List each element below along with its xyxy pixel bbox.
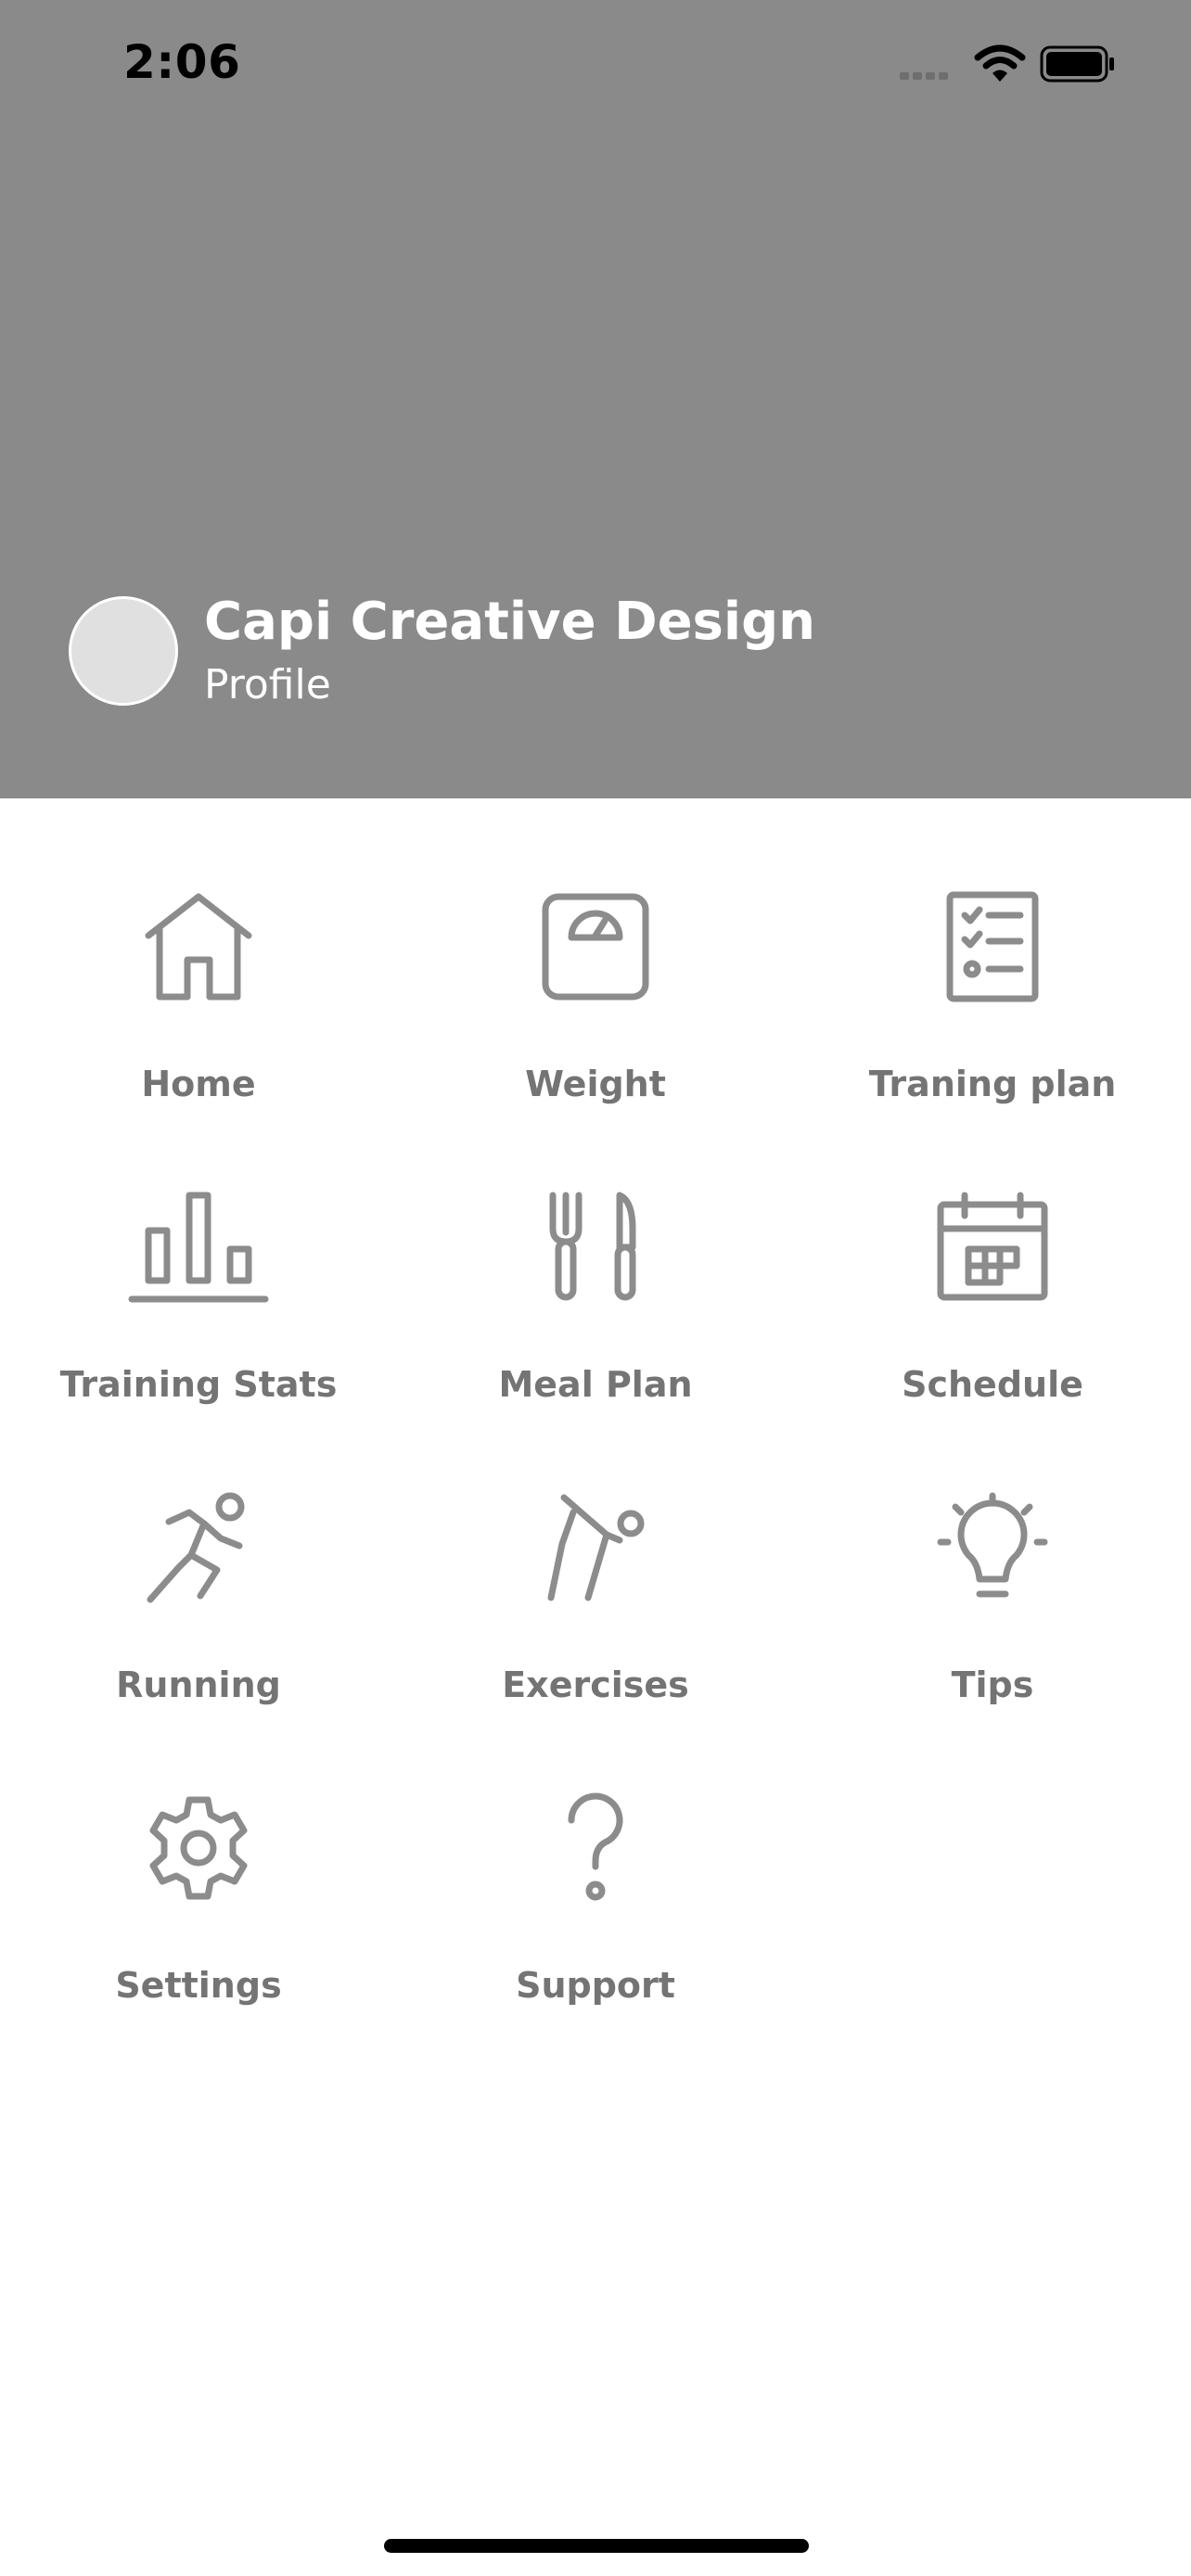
- calendar-icon: [937, 1192, 1048, 1303]
- menu-item-label: Exercises: [502, 1664, 689, 1705]
- menu-item-label: Tips: [951, 1664, 1034, 1705]
- scale-icon: [540, 891, 651, 1002]
- menu-item-label: Meal Plan: [498, 1364, 693, 1405]
- menu-item-traning-plan[interactable]: Traning plan: [794, 891, 1191, 1169]
- menu-item-schedule[interactable]: Schedule: [794, 1192, 1191, 1470]
- gear-icon: [143, 1792, 254, 1904]
- menu-item-label: Running: [116, 1664, 281, 1705]
- battery-icon: [1040, 45, 1114, 83]
- cellular-signal-icon: [900, 72, 948, 80]
- menu-item-exercises[interactable]: Exercises: [397, 1492, 794, 1770]
- stretching-icon: [540, 1492, 651, 1603]
- menu-item-home[interactable]: Home: [0, 891, 397, 1169]
- bar-chart-icon: [128, 1192, 269, 1303]
- menu-item-training-stats[interactable]: Training Stats: [0, 1192, 397, 1470]
- question-mark-icon: [540, 1792, 651, 1904]
- lightbulb-icon: [937, 1492, 1048, 1603]
- home-indicator[interactable]: [384, 2539, 809, 2553]
- status-bar-icons: [898, 45, 1121, 91]
- menu-item-weight[interactable]: Weight: [397, 891, 794, 1169]
- running-icon: [143, 1492, 254, 1603]
- menu-item-label: Schedule: [902, 1364, 1083, 1405]
- profile-link[interactable]: Profile: [204, 661, 331, 708]
- fork-knife-icon: [540, 1192, 651, 1303]
- menu-item-label: Traning plan: [868, 1064, 1117, 1104]
- menu-item-label: Settings: [115, 1965, 282, 2006]
- menu-item-label: Training Stats: [59, 1364, 338, 1405]
- menu-item-label: Support: [516, 1965, 675, 2006]
- menu-item-meal-plan[interactable]: Meal Plan: [397, 1192, 794, 1470]
- menu-item-label: Home: [141, 1064, 256, 1104]
- menu-item-label: Weight: [525, 1064, 666, 1104]
- profile-name: Capi Creative Design: [204, 592, 816, 652]
- menu-item-settings[interactable]: Settings: [0, 1792, 397, 2071]
- checklist-icon: [937, 891, 1048, 1002]
- menu-item-running[interactable]: Running: [0, 1492, 397, 1770]
- wifi-icon: [974, 45, 1026, 82]
- menu-item-tips[interactable]: Tips: [794, 1492, 1191, 1770]
- status-bar-time: 2:06: [123, 35, 241, 89]
- menu-item-support[interactable]: Support: [397, 1792, 794, 2071]
- profile-header: 2:06 Capi Creative Design Profile: [0, 0, 1191, 798]
- home-icon: [143, 891, 254, 1002]
- avatar[interactable]: [69, 596, 178, 706]
